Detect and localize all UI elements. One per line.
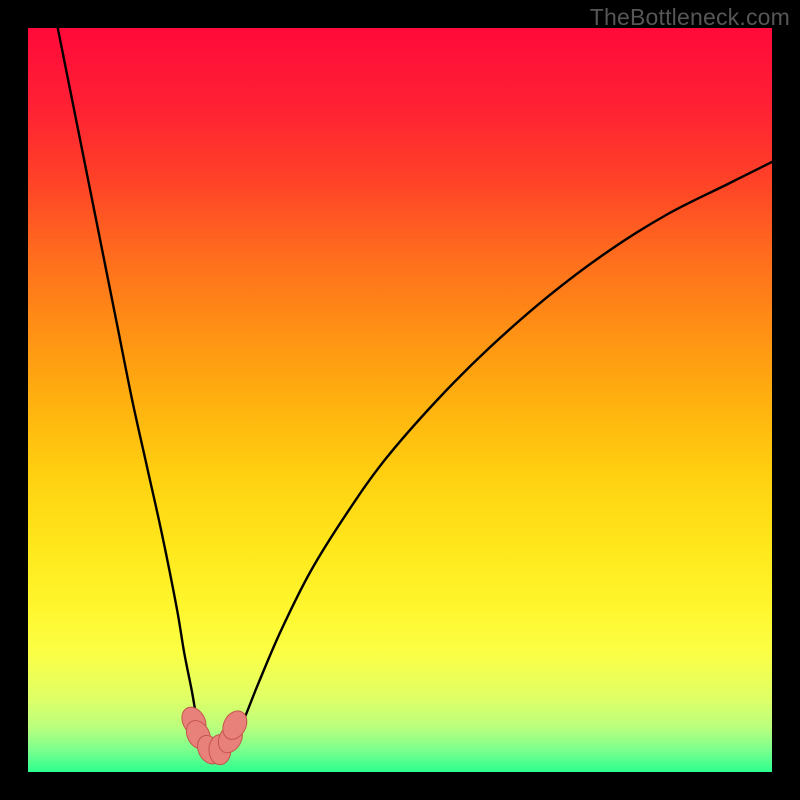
chart-frame: TheBottleneck.com (0, 0, 800, 800)
bottleneck-curve (58, 28, 772, 754)
plot-area (28, 28, 772, 772)
watermark-text: TheBottleneck.com (590, 4, 790, 31)
chart-svg (28, 28, 772, 772)
marker-group (177, 703, 251, 768)
